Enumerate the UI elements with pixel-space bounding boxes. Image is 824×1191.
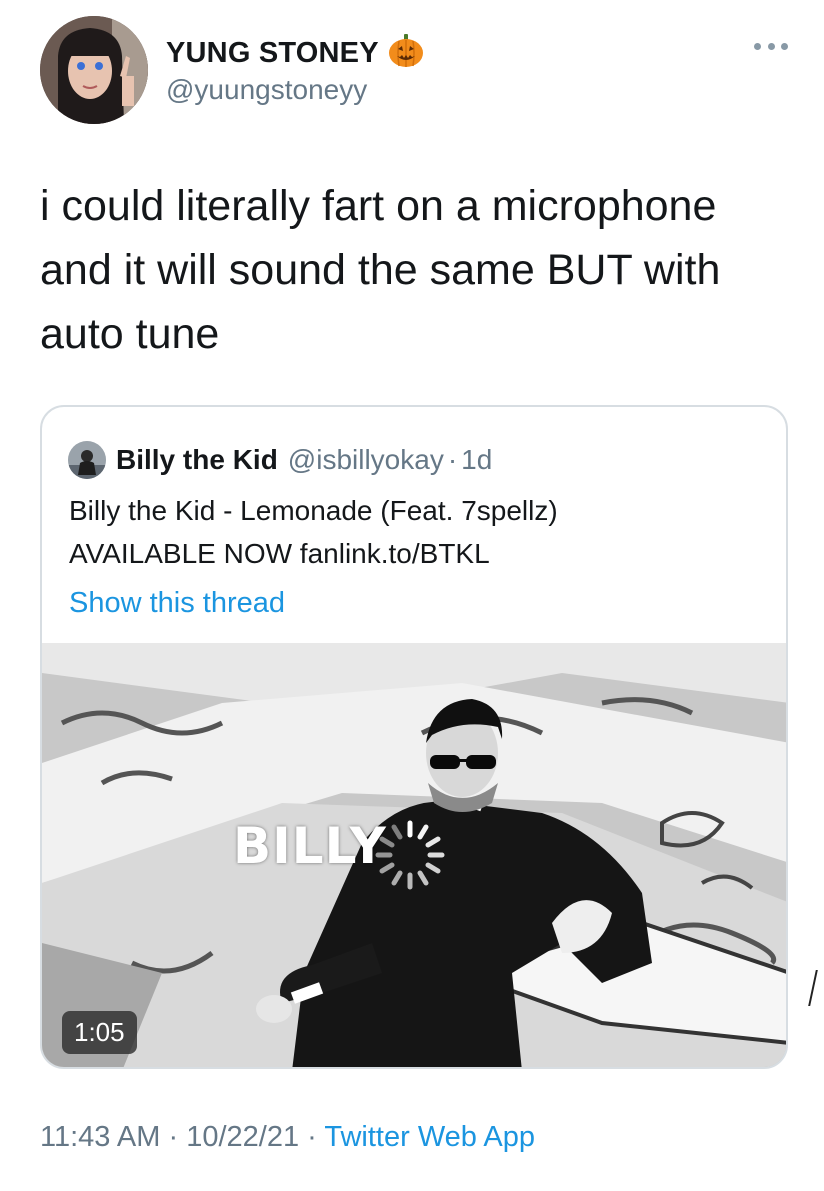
source-app-link[interactable]: Twitter Web App xyxy=(324,1121,535,1153)
show-thread-link[interactable]: Show this thread xyxy=(69,587,285,620)
quoted-tweet-header: Billy the Kid @isbillyokay · 1d xyxy=(68,441,492,479)
video-player[interactable]: BILLY 1:05 xyxy=(42,643,786,1067)
tweet-text-line: auto tune xyxy=(40,310,220,358)
loading-spinner-icon xyxy=(370,815,450,895)
footer-separator: · xyxy=(168,1121,179,1153)
pumpkin-emoji-icon xyxy=(387,33,425,74)
author-handle[interactable]: @yuungstoneyy xyxy=(166,74,367,106)
tweet-text: i could literally fart on a microphone a… xyxy=(40,174,800,366)
quoted-author-avatar[interactable] xyxy=(68,441,106,479)
quoted-time[interactable]: 1d xyxy=(461,444,492,476)
author-name-row[interactable]: YUNG STONEY xyxy=(166,33,425,74)
quoted-tweet-card[interactable]: Billy the Kid @isbillyokay · 1d Billy th… xyxy=(40,405,788,1069)
footer-separator: · xyxy=(307,1121,317,1153)
author-display-name[interactable]: YUNG STONEY xyxy=(166,37,379,70)
edge-artifact xyxy=(808,970,820,1006)
video-overlay-text: BILLY xyxy=(233,817,387,875)
more-horizontal-icon[interactable] xyxy=(754,36,788,56)
tweet-text-line: and it will sound the same BUT with xyxy=(40,246,721,294)
tweet-date[interactable]: 10/22/21 xyxy=(186,1121,299,1153)
quoted-author-name[interactable]: Billy the Kid xyxy=(116,444,278,476)
tweet-time[interactable]: 11:43 AM xyxy=(40,1121,160,1153)
quoted-author-handle[interactable]: @isbillyokay xyxy=(288,444,444,476)
quoted-text-line[interactable]: AVAILABLE NOW fanlink.to/BTKL xyxy=(69,538,490,570)
quoted-text-line: Billy the Kid - Lemonade (Feat. 7spellz) xyxy=(69,495,558,526)
author-avatar[interactable] xyxy=(40,16,148,124)
video-duration-badge: 1:05 xyxy=(62,1011,137,1054)
tweet: YUNG STONEY @yuungstoneyy i could litera… xyxy=(0,0,824,1191)
tweet-timestamp-row: 11:43 AM · 10/22/21 · Twitter Web App xyxy=(40,1121,535,1154)
tweet-text-line: i could literally fart on a microphone xyxy=(40,182,717,230)
quoted-separator: · xyxy=(447,444,458,475)
